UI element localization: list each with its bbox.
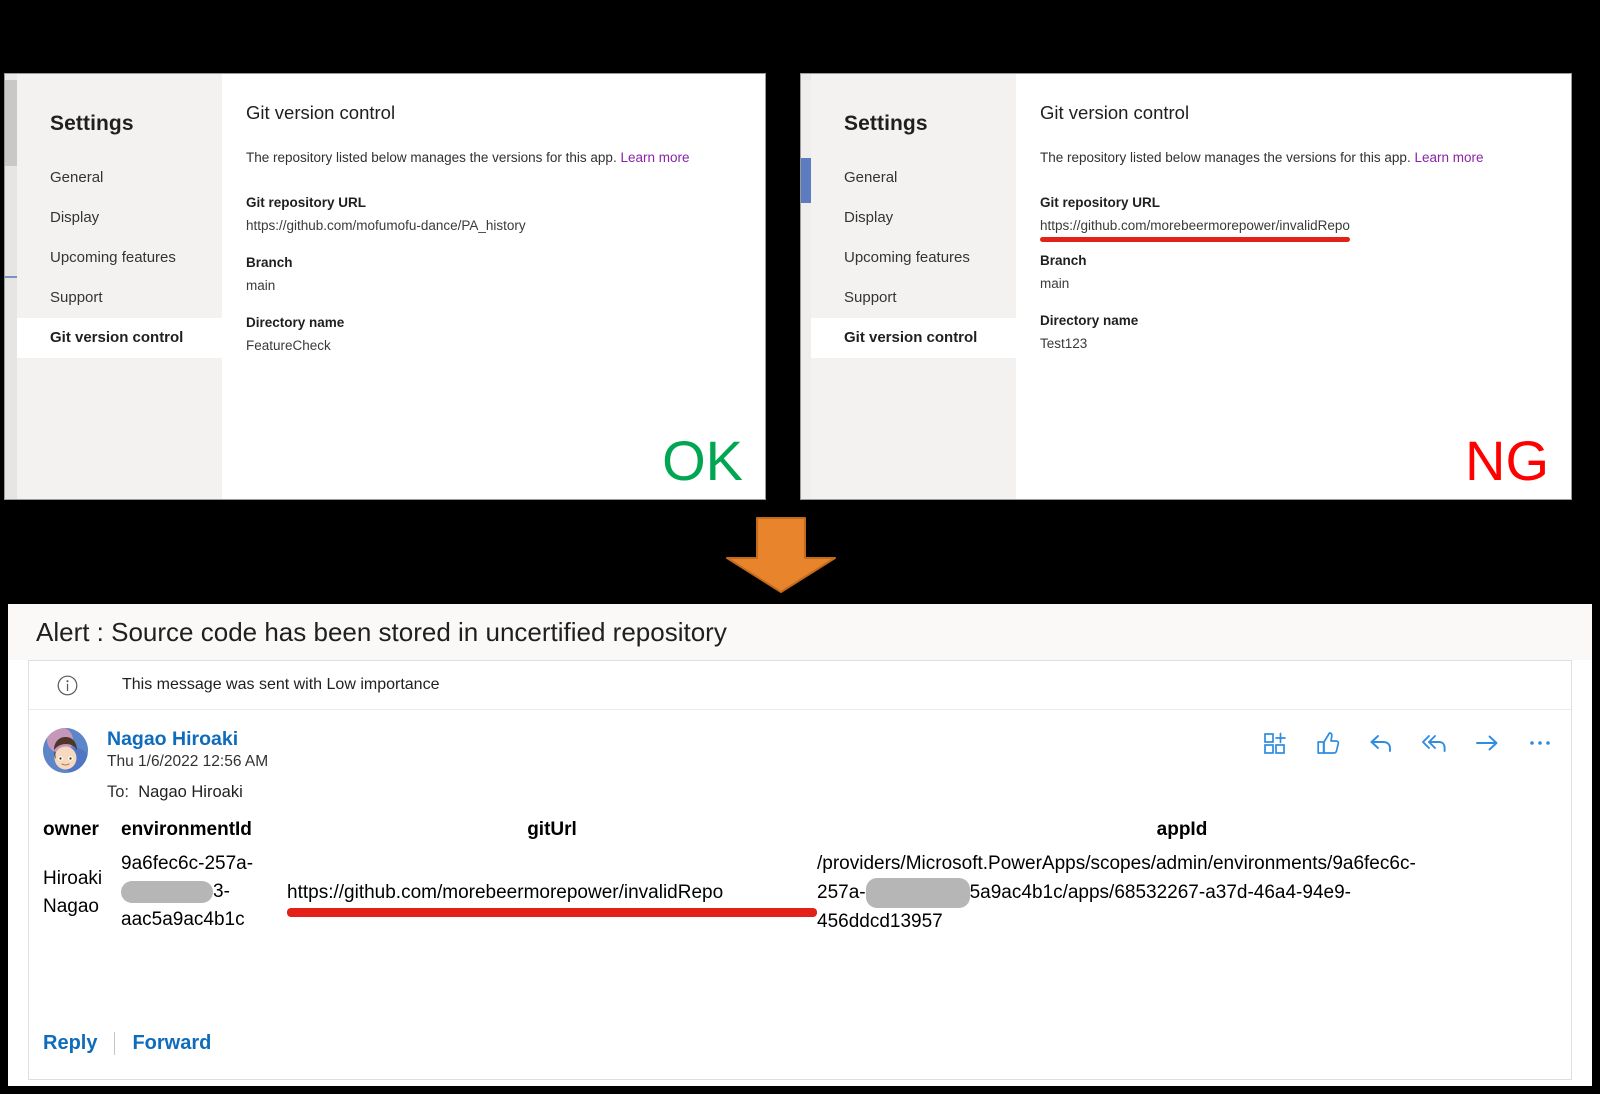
recipient-line: To: Nagao Hiroaki [107, 783, 1571, 802]
column-header-appid: appId [1156, 819, 1208, 841]
field-value-git-repository-url: https://github.com/mofumofu-dance/PA_his… [246, 218, 526, 233]
email-body-table: owner environmentId gitUrl appId Hiroaki… [29, 819, 1571, 936]
add-to-grid-icon[interactable] [1262, 730, 1288, 756]
scroll-thumb[interactable] [5, 80, 17, 166]
reply-actions: Reply Forward [29, 1032, 211, 1055]
reply-all-icon[interactable] [1421, 730, 1447, 756]
field-label-git-repository-url: Git repository URL [1040, 195, 1161, 210]
page-title: Git version control [246, 102, 396, 123]
column-header-owner: owner [43, 819, 99, 841]
environment-id-prefix: 9a6fec6c-257a- [121, 853, 254, 875]
column-header-giturl: gitUrl [527, 819, 577, 841]
description-text: The repository listed below manages the … [1040, 150, 1411, 165]
sidebar-item-upcoming-features[interactable]: Upcoming features [811, 238, 1016, 278]
settings-title: Settings [844, 112, 928, 135]
sidebar-item-git-version-control[interactable]: Git version control [17, 318, 222, 358]
email-subject: Alert : Source code has been stored in u… [36, 616, 727, 647]
settings-nav: Settings General Display Upcoming featur… [811, 74, 1016, 499]
table-row: Hiroaki Nagao 9a6fec6c-257a- 3- aac5a9ac… [43, 850, 1571, 936]
field-label-directory-name: Directory name [246, 315, 345, 330]
reply-link[interactable]: Reply [43, 1032, 97, 1055]
sidebar-item-upcoming-features[interactable]: Upcoming features [17, 238, 222, 278]
cell-git-url: https://github.com/morebeermorepower/inv… [287, 879, 817, 918]
panel-scroll-rail[interactable] [5, 80, 27, 499]
settings-content-ok: Git version control The repository liste… [222, 74, 765, 499]
redaction-block-environment-id [121, 881, 213, 904]
forward-icon[interactable] [1474, 730, 1500, 756]
sidebar-item-support[interactable]: Support [17, 278, 222, 318]
learn-more-link[interactable]: Learn more [1414, 150, 1483, 165]
field-value-branch: main [1040, 276, 1070, 291]
importance-text: This message was sent with Low importanc… [122, 676, 440, 693]
sidebar-item-git-version-control[interactable]: Git version control [811, 318, 1016, 358]
sent-timestamp: Thu 1/6/2022 12:56 AM [107, 753, 269, 771]
panel-scroll-rail[interactable] [801, 80, 811, 499]
page-description: The repository listed below manages the … [246, 150, 765, 165]
page-title: Git version control [1040, 102, 1190, 123]
settings-panel-ng: Settings General Display Upcoming featur… [800, 73, 1572, 500]
environment-id-redacted-suffix: 3- [213, 881, 230, 903]
down-arrow-icon [726, 517, 836, 593]
field-label-directory-name: Directory name [1040, 313, 1139, 328]
settings-nav: Settings General Display Upcoming featur… [17, 74, 222, 499]
email-reading-pane: Alert : Source code has been stored in u… [8, 604, 1592, 1086]
sidebar-item-general[interactable]: General [17, 158, 222, 198]
avatar-illustration [43, 728, 88, 773]
verdict-badge-ng: NG [1465, 429, 1549, 492]
red-strikethrough-annotation [287, 908, 817, 918]
field-value-directory-name: Test123 [1040, 336, 1088, 351]
importance-banner: This message was sent with Low importanc… [29, 661, 1571, 710]
app-id-line-2-prefix: 257a- [817, 882, 866, 904]
email-message-container: This message was sent with Low importanc… [28, 660, 1572, 1080]
settings-panel-ok: Settings General Display Upcoming featur… [4, 73, 766, 500]
action-divider [114, 1032, 116, 1055]
app-id-line-2-suffix: 5a9ac4b1c/apps/68532267-a37d-46a4-94e9- [969, 882, 1351, 904]
scroll-thumb[interactable] [801, 158, 811, 203]
field-value-git-repository-url: https://github.com/morebeermorepower/inv… [1040, 218, 1350, 242]
git-url-text: https://github.com/morebeermorepower/inv… [287, 882, 724, 904]
cell-owner: Hiroaki Nagao [43, 868, 103, 918]
more-options-icon[interactable] [1527, 730, 1553, 756]
sidebar-item-display[interactable]: Display [17, 198, 222, 238]
info-icon [57, 675, 78, 695]
cell-environment-id: 9a6fec6c-257a- 3- aac5a9ac4b1c [121, 850, 287, 936]
field-value-branch: main [246, 278, 276, 293]
to-label: To: [107, 783, 130, 802]
to-value: Nagao Hiroaki [138, 783, 243, 802]
cell-app-id: /providers/Microsoft.PowerApps/scopes/ad… [817, 850, 1571, 936]
verdict-badge-ok: OK [662, 429, 743, 492]
message-action-toolbar [1262, 730, 1553, 756]
reply-icon[interactable] [1368, 730, 1394, 756]
field-label-git-repository-url: Git repository URL [246, 195, 367, 210]
red-strikethrough-annotation [1040, 237, 1350, 242]
column-header-environmentid: environmentId [121, 819, 252, 841]
page-description: The repository listed below manages the … [1040, 150, 1571, 165]
forward-link[interactable]: Forward [132, 1032, 211, 1055]
settings-title: Settings [50, 112, 134, 135]
email-header: Nagao Hiroaki Thu 1/6/2022 12:56 AM To: … [29, 710, 1571, 802]
field-value-directory-name: FeatureCheck [246, 338, 331, 353]
learn-more-link[interactable]: Learn more [620, 150, 689, 165]
app-id-line-1: /providers/Microsoft.PowerApps/scopes/ad… [817, 853, 1416, 875]
email-subject-bar: Alert : Source code has been stored in u… [8, 604, 1592, 660]
environment-id-tail: aac5a9ac4b1c [121, 909, 245, 931]
field-label-branch: Branch [246, 255, 293, 270]
settings-content-ng: Git version control The repository liste… [1016, 74, 1571, 499]
redaction-block-app-id [865, 878, 970, 909]
avatar[interactable] [43, 728, 88, 773]
field-label-branch: Branch [1040, 253, 1087, 268]
sidebar-item-general[interactable]: General [811, 158, 1016, 198]
thumbs-up-icon[interactable] [1315, 730, 1341, 756]
app-id-line-3: 456ddcd13957 [817, 911, 943, 933]
sidebar-item-support[interactable]: Support [811, 278, 1016, 318]
git-url-text: https://github.com/morebeermorepower/inv… [1040, 218, 1350, 233]
table-header-row: owner environmentId gitUrl appId [43, 819, 1571, 841]
description-text: The repository listed below manages the … [246, 150, 617, 165]
sidebar-item-display[interactable]: Display [811, 198, 1016, 238]
